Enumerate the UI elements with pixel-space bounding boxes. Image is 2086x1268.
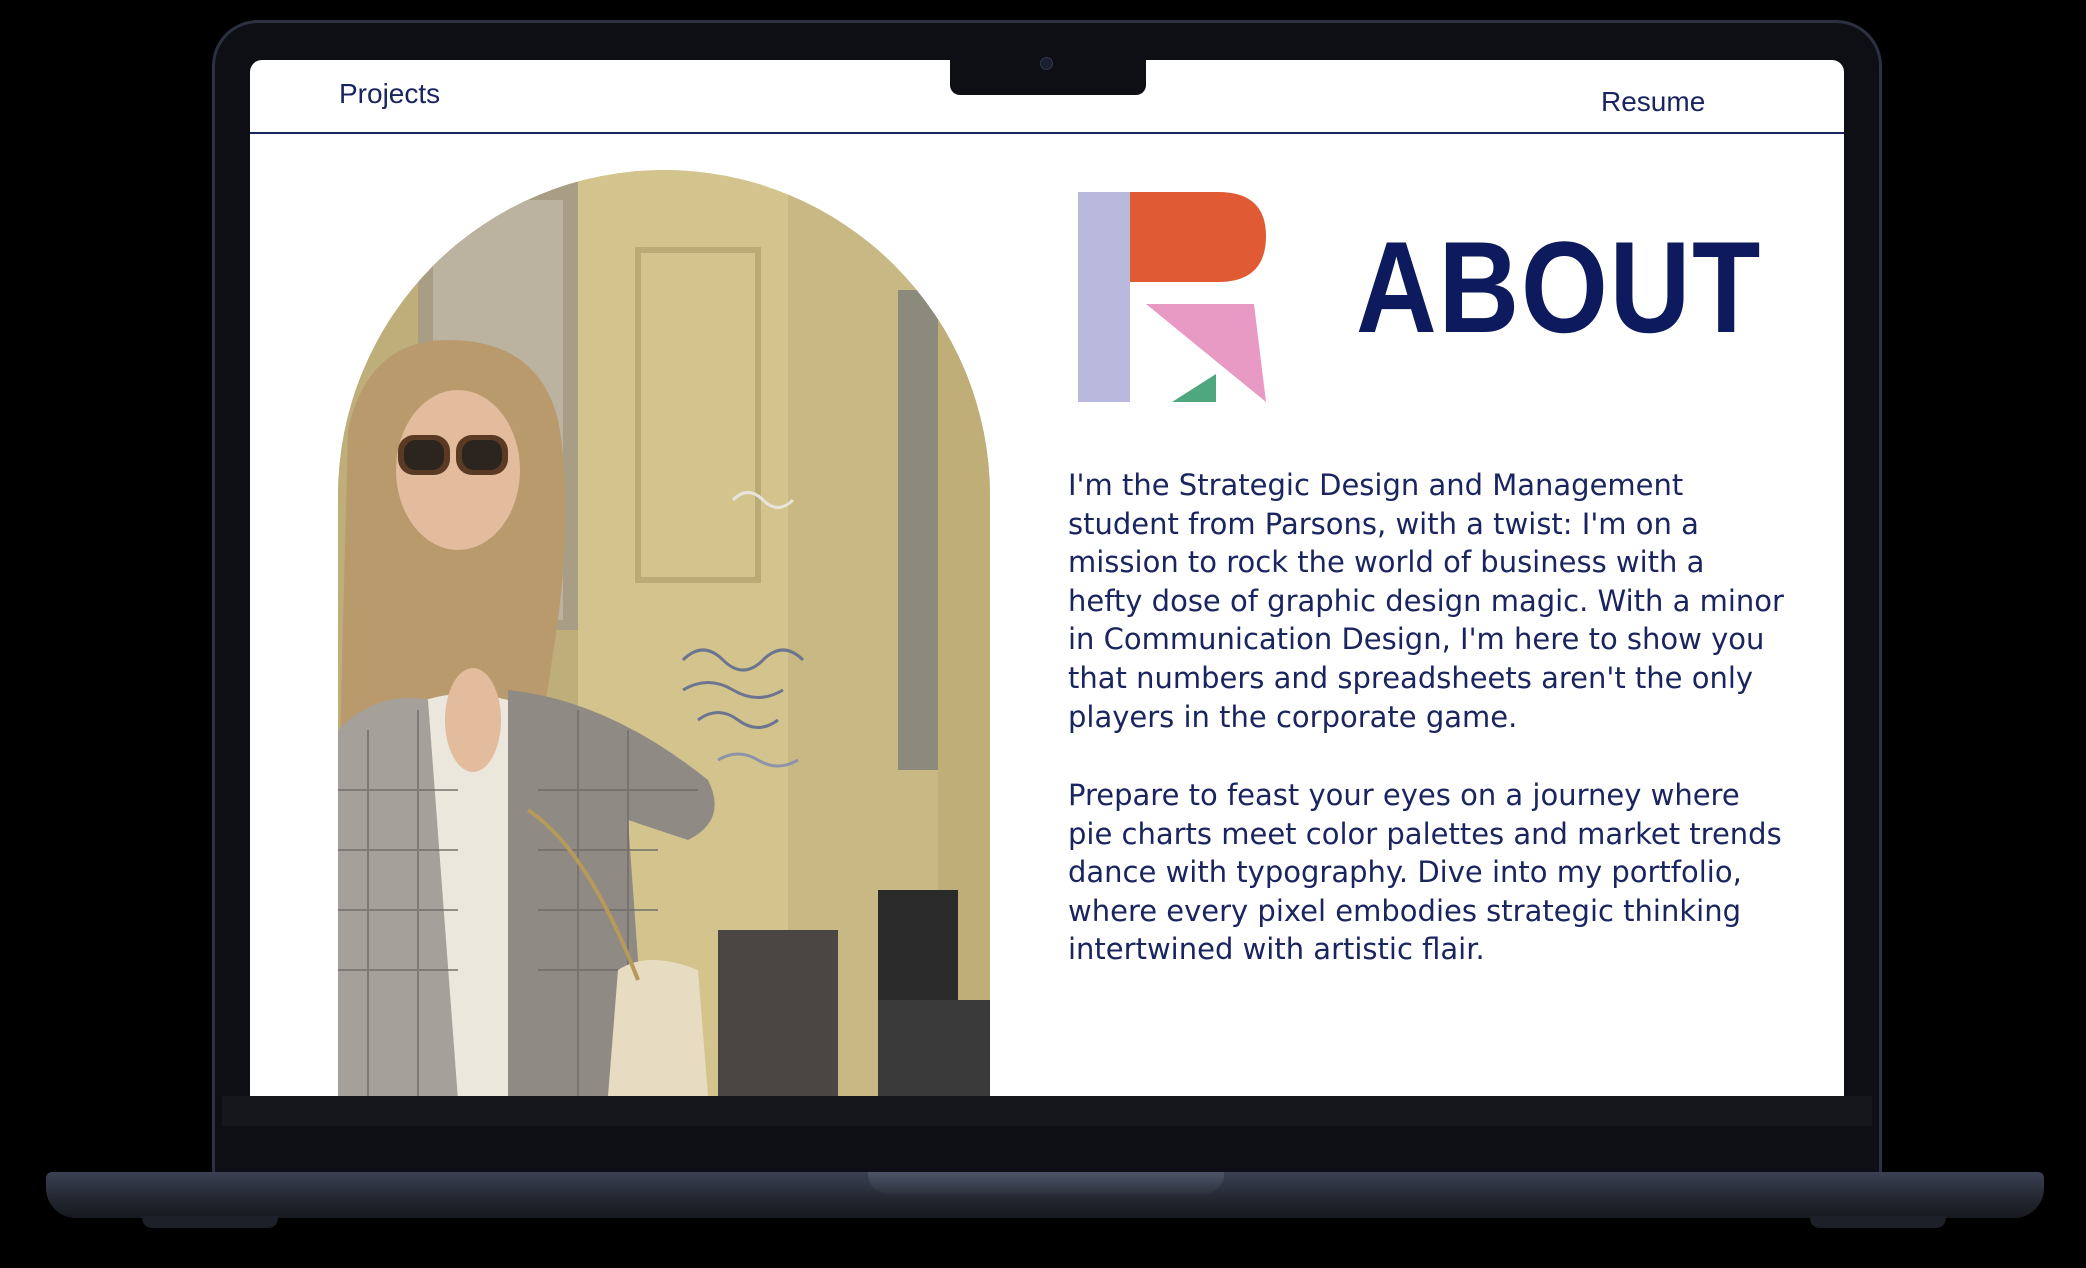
nav-divider	[250, 132, 1844, 134]
laptop-mockup: Projects Resume ABOUT I'm the Strategic …	[0, 0, 2086, 1268]
laptop-foot-left	[142, 1216, 278, 1228]
trackpad-lip	[868, 1172, 1224, 1194]
screen: Projects Resume ABOUT I'm the Strategic …	[250, 60, 1844, 1096]
portrait-photo-illustration	[338, 170, 990, 1096]
logo-orange-bowl	[1130, 192, 1266, 282]
r-monogram-logo	[1078, 192, 1266, 402]
logo-lavender-bar	[1078, 192, 1130, 402]
camera-icon	[1040, 57, 1053, 70]
about-paragraph-1: I'm the Strategic Design and Management …	[1068, 468, 1784, 734]
nav-resume-link[interactable]: Resume	[1601, 86, 1705, 118]
about-heading: ABOUT	[1356, 214, 1763, 360]
about-paragraph-2: Prepare to feast your eyes on a journey …	[1068, 778, 1782, 967]
nav-projects-link[interactable]: Projects	[339, 78, 440, 110]
logo-green-triangle	[1172, 374, 1216, 402]
laptop-foot-right	[1810, 1216, 1946, 1228]
portrait-photo	[338, 170, 990, 1096]
screen-chin	[222, 1096, 1872, 1126]
